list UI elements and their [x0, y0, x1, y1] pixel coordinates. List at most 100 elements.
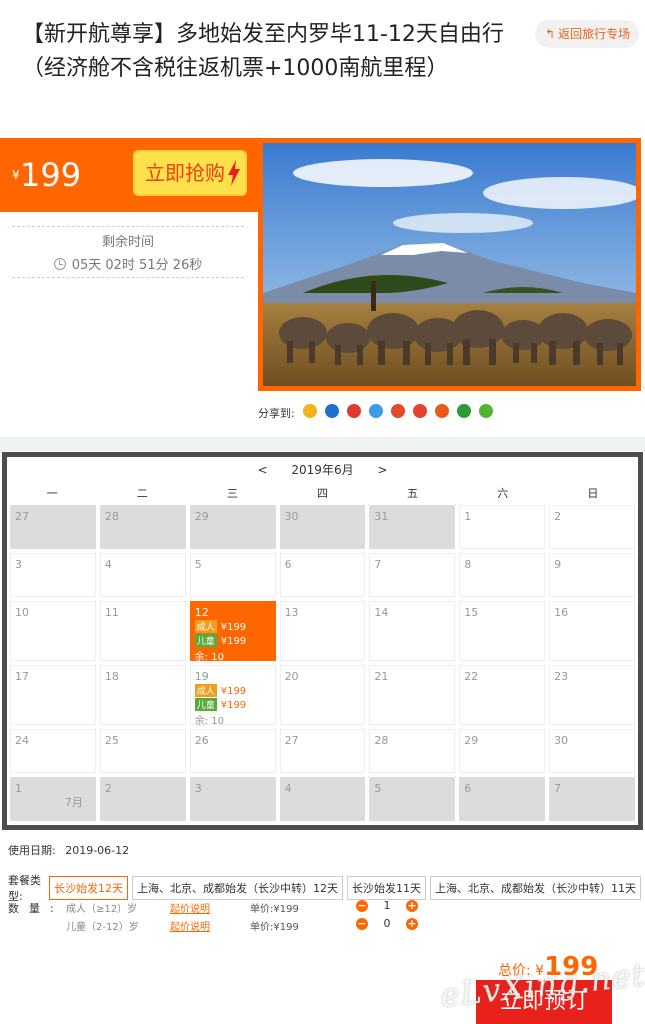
day-number: 4: [104, 558, 112, 571]
child-quantity-stepper: − 0 +: [356, 917, 418, 930]
package-option[interactable]: 上海、北京、成都始发（长沙中转）11天: [430, 876, 641, 900]
renren-icon[interactable]: [390, 404, 405, 418]
calendar-day-cell: 31: [369, 505, 456, 549]
plus-icon[interactable]: +: [406, 917, 418, 930]
seats-left: 余: 10: [194, 652, 224, 663]
calendar-day-cell: 1 7月: [10, 777, 96, 821]
package-option[interactable]: 长沙始发11天: [347, 876, 426, 900]
day-number: 24: [15, 734, 29, 747]
calendar-day-cell: 29: [459, 729, 546, 773]
day-number: 7: [554, 782, 562, 795]
price-note-link[interactable]: 起价说明: [170, 900, 250, 915]
calendar-week-row: 24 25 26 27 28 29 30: [7, 729, 638, 773]
day-number: 20: [284, 670, 299, 683]
wechat-icon[interactable]: [478, 404, 493, 418]
day-number: 9: [554, 558, 562, 571]
day-number: 10: [15, 606, 29, 619]
day-number: 23: [554, 670, 569, 683]
kaixin-icon[interactable]: [412, 404, 427, 418]
price-note-link[interactable]: 起价说明: [170, 918, 250, 933]
prev-month-button[interactable]: <: [258, 457, 268, 483]
page-title: 【新开航尊享】多地始发至内罗毕11-12天自由行（经济舱不含税往返机票+1000…: [22, 22, 504, 81]
day-number: 8: [464, 558, 472, 571]
qzone-icon[interactable]: [302, 404, 317, 418]
minus-icon[interactable]: −: [356, 899, 368, 912]
child-price: ¥199: [220, 636, 247, 647]
calendar-grid: 27 28 29 30 31 1 2 3 4 5 6 7 8 9 10 11 12 成人 ¥199 儿童 ¥199 余: …: [7, 505, 638, 825]
day-number: 3: [15, 558, 22, 571]
calendar-day-cell: 7: [369, 553, 456, 597]
day-number: 4: [284, 782, 292, 795]
adult-quantity[interactable]: 1: [368, 899, 406, 912]
promo-price: 199: [20, 156, 82, 194]
buy-now-label: 立即抢购: [145, 161, 225, 185]
day-number: 5: [194, 558, 202, 571]
plus-icon[interactable]: +: [406, 899, 418, 912]
child-price-line: 儿童 ¥199: [194, 698, 271, 711]
day-number: 14: [374, 606, 389, 619]
day-number: 26: [194, 734, 209, 747]
product-photo: [258, 138, 641, 391]
weekday-label: 三: [226, 487, 238, 500]
back-arrow-icon: ↰: [545, 27, 556, 41]
section-divider: [0, 437, 645, 451]
weekday-label: 一: [46, 487, 58, 500]
day-number: 7: [374, 558, 382, 571]
calendar-day-cell: 27: [279, 729, 366, 773]
weekday-label: 五: [407, 487, 419, 500]
calendar-day-cell: 2: [99, 777, 186, 821]
calendar-week-row: 3 4 5 6 7 8 9: [7, 553, 638, 597]
weekday-label: 日: [587, 487, 599, 500]
weibo-icon[interactable]: [346, 404, 361, 418]
calendar-day-cell: 18: [99, 665, 186, 725]
day-number: 25: [104, 734, 119, 747]
day-number: 29: [194, 510, 209, 523]
calendar-day-cell: 11: [99, 601, 186, 661]
calendar-day-cell[interactable]: 12 成人 ¥199 儿童 ¥199 余: 10: [189, 601, 276, 663]
adult-price: ¥199: [220, 622, 247, 633]
package-option[interactable]: 长沙始发12天: [49, 876, 128, 900]
day-number: 21: [374, 670, 389, 683]
package-option[interactable]: 上海、北京、成都始发（长沙中转）12天: [132, 876, 343, 900]
day-number: 30: [554, 734, 569, 747]
day-number: 1: [464, 510, 472, 523]
child-quantity[interactable]: 0: [368, 917, 406, 930]
calendar-day-cell: 24: [10, 729, 96, 773]
countdown: 剩余时间 05天 02时 51分 26秒: [12, 226, 244, 278]
day-number: 29: [464, 734, 479, 747]
day-number: 27: [284, 734, 299, 747]
baidu-icon[interactable]: [324, 404, 339, 418]
minus-icon[interactable]: −: [356, 917, 368, 930]
child-price: ¥199: [220, 700, 247, 711]
calendar-day-cell: 23: [549, 665, 635, 725]
calendar-day-cell: 17: [10, 665, 96, 725]
douban-icon[interactable]: [456, 404, 471, 418]
taobao-icon[interactable]: [434, 404, 449, 418]
adult-price: ¥199: [220, 686, 247, 697]
adult-label: 成人（≥12）岁: [66, 904, 138, 915]
child-label: 儿童（2-12）岁: [66, 922, 139, 933]
calendar-day-cell[interactable]: 19 成人 ¥199 儿童 ¥199 余: 10: [189, 665, 276, 727]
use-date: 使用日期: 2019-06-12: [8, 842, 129, 858]
day-number: 3: [194, 782, 202, 795]
qq-icon[interactable]: [368, 404, 383, 418]
calendar-day-cell: 29: [189, 505, 276, 549]
day-number: 31: [374, 510, 389, 523]
countdown-label: 剩余时间: [101, 235, 154, 250]
day-number: 6: [284, 558, 292, 571]
page: 【新开航尊享】多地始发至内罗毕11-12天自由行（经济舱不含税往返机票+1000…: [0, 0, 645, 1024]
back-button-label: 返回旅行专场: [558, 27, 631, 41]
adult-price-line: 成人 ¥199: [194, 684, 271, 697]
calendar: < 2019年6月 > 一二三四五六日 27 28 29 30 31 1 2 3 4 5 6 7 8 9 1…: [2, 452, 643, 830]
next-month-button[interactable]: >: [377, 457, 387, 483]
buy-now-button[interactable]: 立即抢购: [133, 150, 247, 196]
day-number: 13: [284, 606, 299, 619]
back-to-travel-button[interactable]: ↰ 返回旅行专场: [535, 20, 639, 48]
day-number: 5: [374, 782, 382, 795]
child-tag: 儿童: [194, 698, 217, 711]
countdown-value: 05天 02时 51分 26秒: [71, 258, 203, 273]
calendar-day-cell: 6: [279, 553, 366, 597]
calendar-day-cell: 15: [459, 601, 546, 661]
calendar-day-cell: 20: [279, 665, 366, 725]
currency-symbol: ¥: [12, 168, 20, 182]
